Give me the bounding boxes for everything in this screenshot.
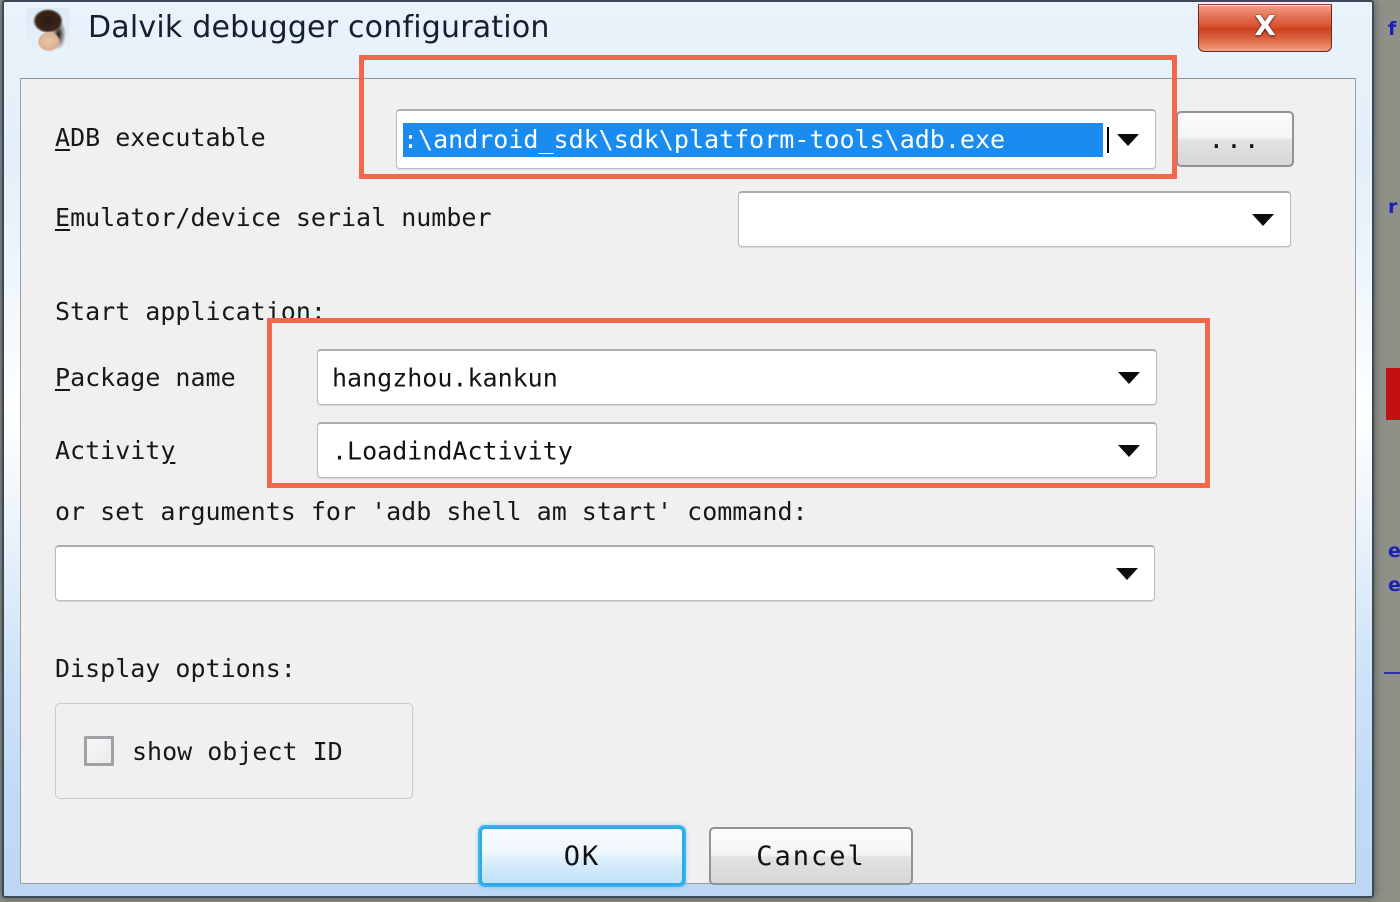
start-application-heading: Start application:: [55, 297, 326, 326]
background-text-fragment-3: e: [1388, 540, 1400, 562]
package-name-combo[interactable]: hangzhou.kankun: [317, 349, 1157, 405]
show-object-id-checkbox[interactable]: [84, 736, 114, 766]
chevron-down-icon[interactable]: [1252, 213, 1274, 226]
avatar-photo-icon: [26, 8, 70, 56]
activity-value: .LoadindActivity: [332, 436, 573, 465]
activity-label: Activity: [55, 436, 176, 465]
display-options-heading: Display options:: [55, 654, 296, 683]
arguments-combo[interactable]: [55, 545, 1155, 601]
dalvik-debugger-configuration-dialog: Dalvik debugger configuration X ADB exec…: [2, 0, 1374, 898]
chevron-down-icon[interactable]: [1116, 567, 1138, 580]
background-text-fragment-1: f: [1388, 18, 1397, 40]
adb-executable-label: ADB executable: [55, 123, 266, 152]
package-name-value: hangzhou.kankun: [332, 363, 558, 392]
show-object-id-label: show object ID: [132, 736, 343, 766]
text-caret: [1107, 127, 1109, 153]
adb-executable-combo[interactable]: :\android_sdk\sdk\platform-tools\adb.exe: [396, 109, 1156, 169]
close-button[interactable]: X: [1198, 4, 1332, 52]
emulator-serial-label: Emulator/device serial number: [55, 203, 492, 232]
package-name-label: Package name: [55, 363, 236, 392]
chevron-down-icon[interactable]: [1117, 133, 1139, 146]
display-options-group: show object ID: [55, 703, 413, 799]
dialog-content-panel: ADB executable :\android_sdk\sdk\platfor…: [20, 78, 1356, 885]
browse-button[interactable]: ...: [1176, 111, 1294, 167]
chevron-down-icon[interactable]: [1118, 371, 1140, 384]
window-title: Dalvik debugger configuration: [88, 10, 550, 45]
background-text-fragment-2: r: [1388, 196, 1398, 218]
chevron-down-icon[interactable]: [1118, 444, 1140, 457]
background-text-fragment-4: e: [1388, 574, 1400, 596]
background-red-block: [1386, 368, 1400, 420]
close-icon: X: [1254, 9, 1276, 42]
title-bar: Dalvik debugger configuration X: [4, 2, 1372, 76]
emulator-serial-combo[interactable]: [738, 191, 1291, 247]
cancel-button[interactable]: Cancel: [709, 827, 913, 885]
ok-button[interactable]: OK: [480, 827, 684, 885]
background-horizontal-rule: [1384, 672, 1400, 674]
adb-executable-value: :\android_sdk\sdk\platform-tools\adb.exe: [403, 122, 1103, 157]
activity-combo[interactable]: .LoadindActivity: [317, 422, 1157, 478]
arguments-label: or set arguments for 'adb shell am start…: [55, 497, 808, 526]
show-object-id-checkbox-row[interactable]: show object ID: [84, 736, 343, 766]
